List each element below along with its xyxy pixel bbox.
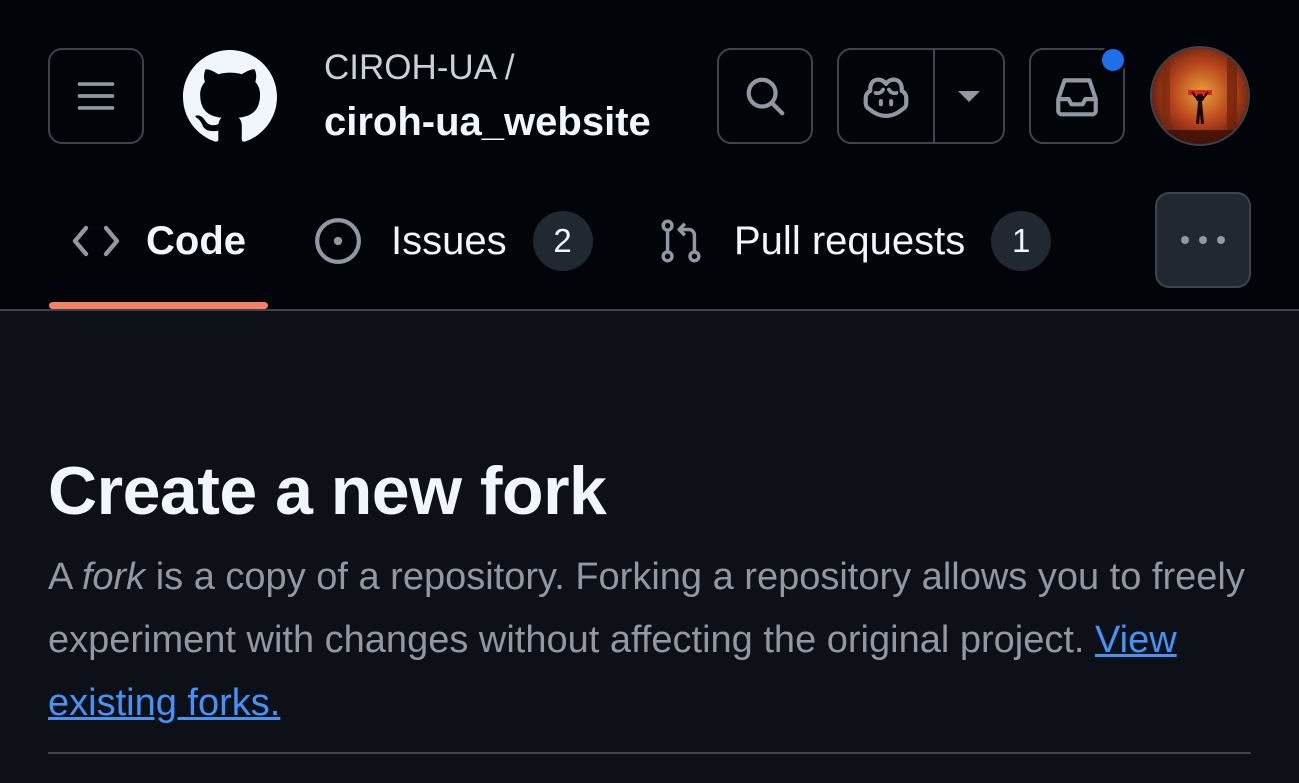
notification-indicator: [1099, 46, 1127, 74]
copilot-icon: [863, 77, 909, 118]
tab-pull-requests[interactable]: Pull requests 1: [658, 206, 1052, 276]
kebab-horizontal-icon: [1181, 236, 1225, 244]
copilot-button[interactable]: [839, 50, 935, 142]
inbox-icon: [1056, 78, 1098, 117]
repo-name-link[interactable]: ciroh-ua_website: [324, 100, 651, 145]
app-header: CIROH-UA / ciroh-ua_website Code Issues …: [0, 0, 1299, 311]
code-icon: [72, 225, 120, 257]
tab-code-label: Code: [146, 218, 246, 263]
page-title: Create a new fork: [48, 453, 607, 529]
tab-code[interactable]: Code: [72, 206, 246, 276]
user-avatar[interactable]: [1150, 46, 1250, 146]
avatar-image: [1152, 48, 1248, 144]
tab-pull-requests-label: Pull requests: [734, 218, 966, 263]
more-tabs-button[interactable]: [1155, 192, 1251, 288]
tab-issues-label: Issues: [391, 218, 507, 263]
pull-requests-counter: 1: [991, 211, 1052, 271]
copilot-button-group: [837, 48, 1005, 144]
copilot-dropdown-button[interactable]: [935, 50, 1003, 142]
hamburger-menu-icon: [77, 82, 115, 110]
description-text-start: A: [48, 556, 82, 598]
github-logo-icon[interactable]: [183, 50, 277, 144]
issue-opened-icon: [315, 218, 361, 264]
section-divider: [48, 752, 1251, 754]
menu-button[interactable]: [48, 48, 144, 144]
repo-owner-link[interactable]: CIROH-UA /: [324, 48, 515, 88]
triangle-down-icon: [958, 91, 980, 102]
selected-tab-indicator: [49, 302, 268, 309]
description-text-rest: is a copy of a repository. Forking a rep…: [48, 556, 1245, 661]
search-icon: [746, 77, 785, 116]
fork-description: A fork is a copy of a repository. Forkin…: [48, 546, 1248, 735]
search-button[interactable]: [717, 48, 813, 144]
issues-counter: 2: [532, 211, 593, 271]
fork-emphasis: fork: [81, 556, 146, 598]
git-pull-request-icon: [661, 219, 701, 263]
header-divider: [0, 309, 1299, 311]
tab-issues[interactable]: Issues 2: [313, 206, 593, 276]
notifications-button[interactable]: [1029, 46, 1127, 144]
